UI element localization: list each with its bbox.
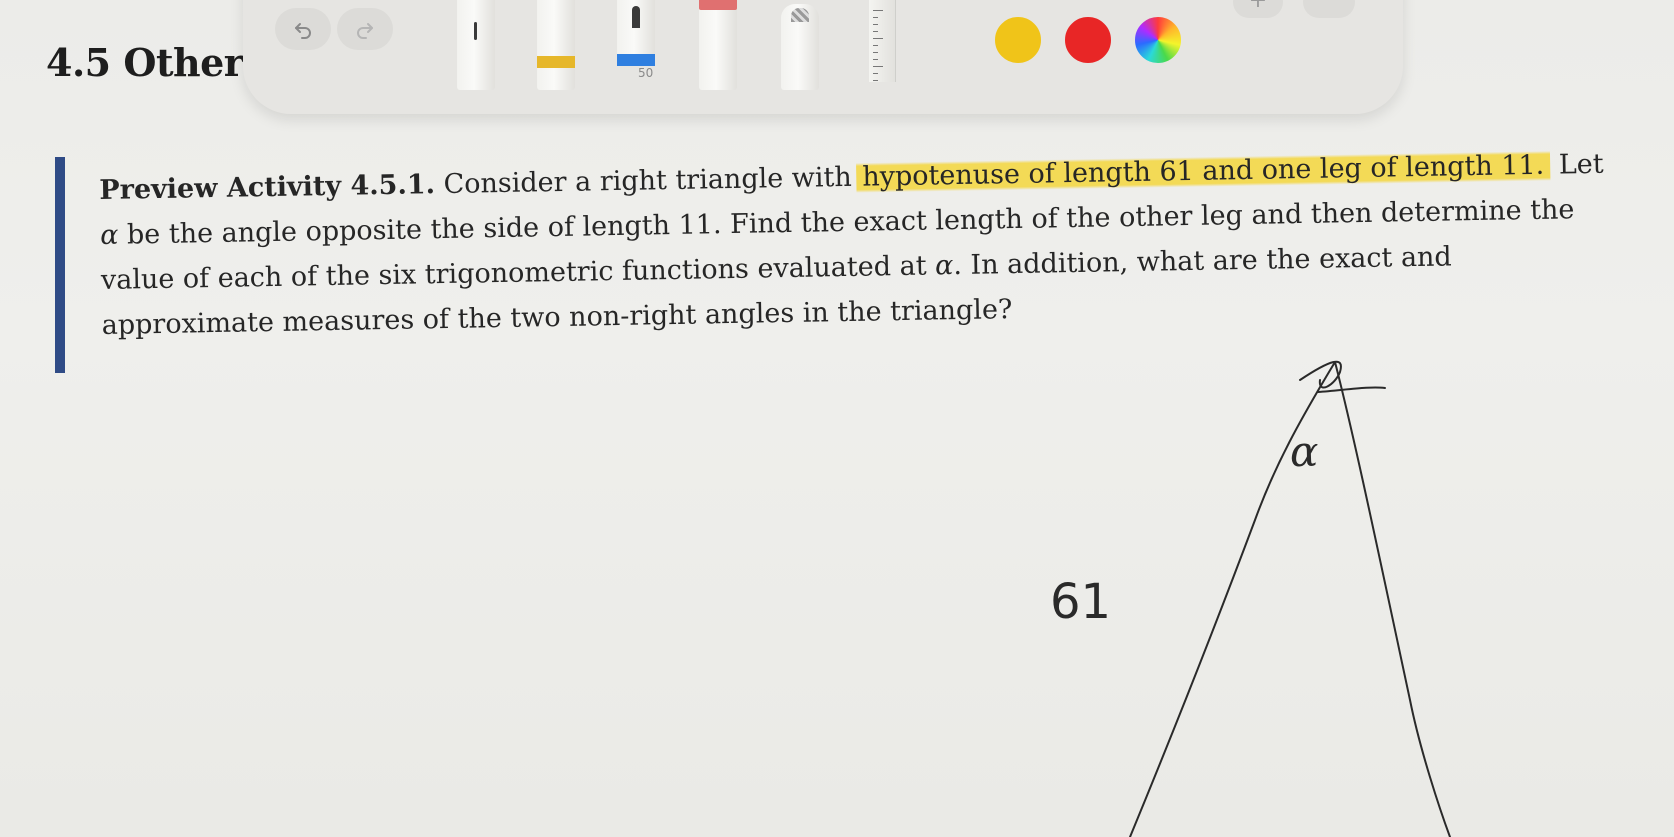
- preview-activity-text: Preview Activity 4.5.1. Consider a right…: [99, 141, 1632, 348]
- color-swatch-red[interactable]: [1061, 13, 1115, 67]
- more-options-button[interactable]: [1303, 0, 1355, 18]
- handwritten-alpha: α: [1290, 427, 1318, 476]
- add-button[interactable]: +: [1233, 0, 1283, 18]
- color-picker-wheel[interactable]: [1131, 13, 1185, 67]
- activity-text-intro: Consider a right triangle with: [443, 161, 853, 200]
- color-swatch-yellow[interactable]: [991, 13, 1045, 67]
- activity-let: Let: [1558, 148, 1604, 181]
- activity-accent-bar: [55, 157, 65, 373]
- handwritten-triangle-sketch: α 61: [1050, 360, 1451, 837]
- redo-button[interactable]: [337, 8, 393, 50]
- highlighted-text: hypotenuse of length 61 and one leg of l…: [856, 149, 1551, 193]
- section-heading: 4.5 Other: [46, 40, 244, 85]
- eraser-tool[interactable]: [781, 0, 819, 92]
- undo-button[interactable]: [275, 8, 331, 50]
- marker-tool[interactable]: [699, 0, 737, 92]
- handwritten-hypotenuse-label: 61: [1050, 574, 1111, 630]
- alpha-symbol: α: [99, 219, 119, 251]
- redo-icon: [357, 23, 373, 39]
- ruler-tool[interactable]: [869, 0, 896, 82]
- highlighter-tool[interactable]: [537, 0, 575, 92]
- markup-toolbar: 50 +: [243, 0, 1403, 114]
- undo-icon: [295, 23, 311, 39]
- activity-label: Preview Activity 4.5.1.: [99, 169, 436, 206]
- pencil-size-label: 50: [638, 66, 654, 80]
- monoline-pen-tool[interactable]: [457, 0, 495, 92]
- alpha-symbol-2: α: [934, 250, 954, 282]
